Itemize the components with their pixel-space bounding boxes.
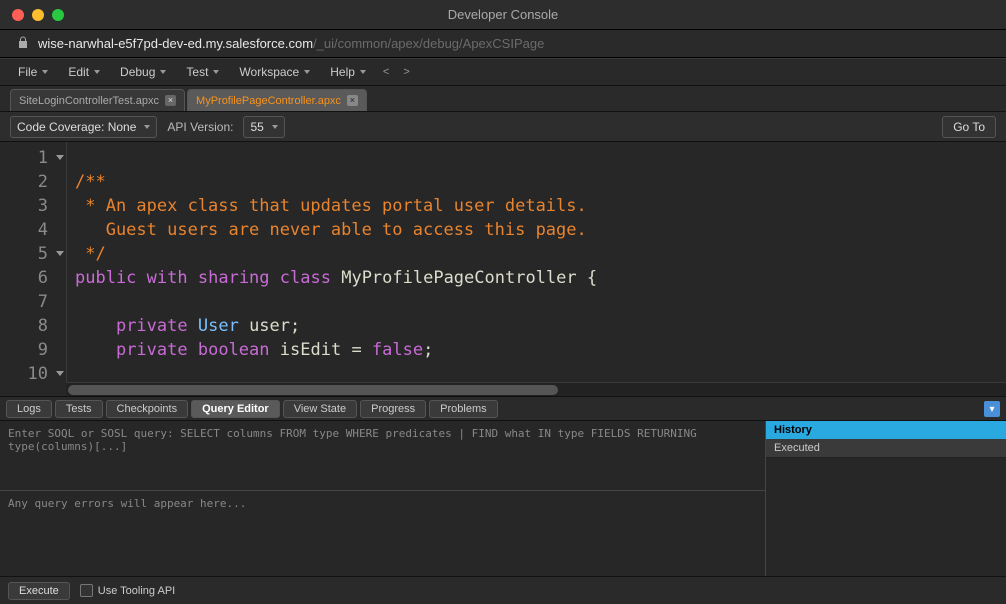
caret-down-icon <box>160 70 166 74</box>
maximize-window-button[interactable] <box>52 9 64 21</box>
use-tooling-api-label: Use Tooling API <box>98 585 175 597</box>
nav-back-button[interactable]: < <box>378 66 394 78</box>
checkbox-icon[interactable] <box>80 584 93 597</box>
query-left-pane: Enter SOQL or SOSL query: SELECT columns… <box>0 421 766 576</box>
gutter-line: 10 <box>0 362 66 386</box>
caret-down-icon <box>94 70 100 74</box>
menu-edit[interactable]: Edit <box>60 63 108 81</box>
minimize-window-button[interactable] <box>32 9 44 21</box>
gutter: 1 2 3 4 5 6 7 8 9 10 <box>0 142 66 396</box>
fold-icon[interactable] <box>56 371 64 376</box>
execute-button[interactable]: Execute <box>8 582 70 600</box>
file-tab-siteloginctrltest[interactable]: SiteLoginControllerTest.apxc × <box>10 89 185 111</box>
query-input[interactable]: Enter SOQL or SOSL query: SELECT columns… <box>0 421 765 491</box>
caret-down-icon <box>144 125 150 129</box>
query-errors-placeholder: Any query errors will appear here... <box>0 491 765 516</box>
code-line: Guest users are never able to access thi… <box>75 220 587 240</box>
tab-query-editor[interactable]: Query Editor <box>191 400 280 418</box>
menu-debug[interactable]: Debug <box>112 63 174 81</box>
tab-progress[interactable]: Progress <box>360 400 426 418</box>
scrollbar-thumb[interactable] <box>68 385 558 395</box>
code-line: public with sharing class MyProfilePageC… <box>75 268 597 288</box>
history-header: History <box>766 421 1006 439</box>
tab-checkpoints[interactable]: Checkpoints <box>106 400 189 418</box>
editor-toolbar: Code Coverage: None API Version: 55 Go T… <box>0 112 1006 142</box>
editor-tab-bar: SiteLoginControllerTest.apxc × MyProfile… <box>0 86 1006 112</box>
gutter-line: 6 <box>0 266 66 290</box>
url-path: /_ui/common/apex/debug/ApexCSIPage <box>313 36 544 51</box>
menu-debug-label: Debug <box>120 65 155 79</box>
code-line: private User user; <box>75 316 300 336</box>
caret-down-icon <box>213 70 219 74</box>
gutter-line: 3 <box>0 194 66 218</box>
gutter-line: 2 <box>0 170 66 194</box>
tab-tests[interactable]: Tests <box>55 400 103 418</box>
tab-problems[interactable]: Problems <box>429 400 497 418</box>
menu-file[interactable]: File <box>10 63 56 81</box>
horizontal-scrollbar[interactable] <box>66 382 1006 396</box>
query-placeholder: Enter SOQL or SOSL query: SELECT columns… <box>0 421 765 459</box>
collapse-panel-icon[interactable]: ▾ <box>984 401 1000 417</box>
window-title: Developer Console <box>448 7 559 22</box>
menu-file-label: File <box>18 65 37 79</box>
code-line: */ <box>75 244 106 264</box>
api-version-label: API Version: <box>167 120 233 134</box>
nav-forward-button[interactable]: > <box>398 66 414 78</box>
history-item[interactable]: Executed <box>766 439 1006 458</box>
file-tab-label: MyProfilePageController.apxc <box>196 95 341 107</box>
code-coverage-label: Code Coverage: None <box>17 120 136 134</box>
gutter-line: 9 <box>0 338 66 362</box>
menu-bar: File Edit Debug Test Workspace Help < > <box>0 58 1006 86</box>
code-line: private boolean isEdit = false; <box>75 340 433 360</box>
code-line: * An apex class that updates portal user… <box>75 196 587 216</box>
caret-down-icon <box>42 70 48 74</box>
tab-view-state[interactable]: View State <box>283 400 357 418</box>
goto-button[interactable]: Go To <box>942 116 996 138</box>
close-icon[interactable]: × <box>165 95 176 106</box>
file-tab-label: SiteLoginControllerTest.apxc <box>19 95 159 107</box>
fold-icon[interactable] <box>56 155 64 160</box>
gutter-line: 5 <box>0 242 66 266</box>
menu-help-label: Help <box>330 65 355 79</box>
query-errors-area: Any query errors will appear here... <box>0 491 765 576</box>
api-version-value: 55 <box>250 120 263 134</box>
gutter-line: 4 <box>0 218 66 242</box>
url-bar[interactable]: wise-narwhal-e5f7pd-dev-ed.my.salesforce… <box>0 30 1006 58</box>
menu-workspace-label: Workspace <box>239 65 299 79</box>
query-editor-panel: Enter SOQL or SOSL query: SELECT columns… <box>0 421 1006 576</box>
gutter-line: 7 <box>0 290 66 314</box>
query-history-pane: History Executed <box>766 421 1006 576</box>
caret-down-icon <box>360 70 366 74</box>
menu-edit-label: Edit <box>68 65 89 79</box>
caret-down-icon <box>304 70 310 74</box>
file-tab-myprofilepagectrl[interactable]: MyProfilePageController.apxc × <box>187 89 367 111</box>
traffic-lights <box>0 9 64 21</box>
tab-logs[interactable]: Logs <box>6 400 52 418</box>
menu-test-label: Test <box>186 65 208 79</box>
url-host: wise-narwhal-e5f7pd-dev-ed.my.salesforce… <box>38 36 313 51</box>
code-content[interactable]: /** * An apex class that updates portal … <box>66 142 1006 396</box>
query-toolbar: Execute Use Tooling API <box>0 576 1006 604</box>
gutter-line: 1 <box>0 146 66 170</box>
bottom-panel-tabs: Logs Tests Checkpoints Query Editor View… <box>0 397 1006 421</box>
code-line: /** <box>75 172 106 192</box>
menu-test[interactable]: Test <box>178 63 227 81</box>
code-editor[interactable]: 1 2 3 4 5 6 7 8 9 10 /** * An apex class… <box>0 142 1006 397</box>
code-coverage-dropdown[interactable]: Code Coverage: None <box>10 116 157 138</box>
close-icon[interactable]: × <box>347 95 358 106</box>
lock-icon <box>18 36 28 51</box>
close-window-button[interactable] <box>12 9 24 21</box>
gutter-line: 8 <box>0 314 66 338</box>
use-tooling-api-checkbox[interactable]: Use Tooling API <box>80 584 175 597</box>
caret-down-icon <box>272 125 278 129</box>
fold-icon[interactable] <box>56 251 64 256</box>
window-titlebar: Developer Console <box>0 0 1006 30</box>
menu-help[interactable]: Help <box>322 63 374 81</box>
menu-workspace[interactable]: Workspace <box>231 63 318 81</box>
api-version-dropdown[interactable]: 55 <box>243 116 284 138</box>
